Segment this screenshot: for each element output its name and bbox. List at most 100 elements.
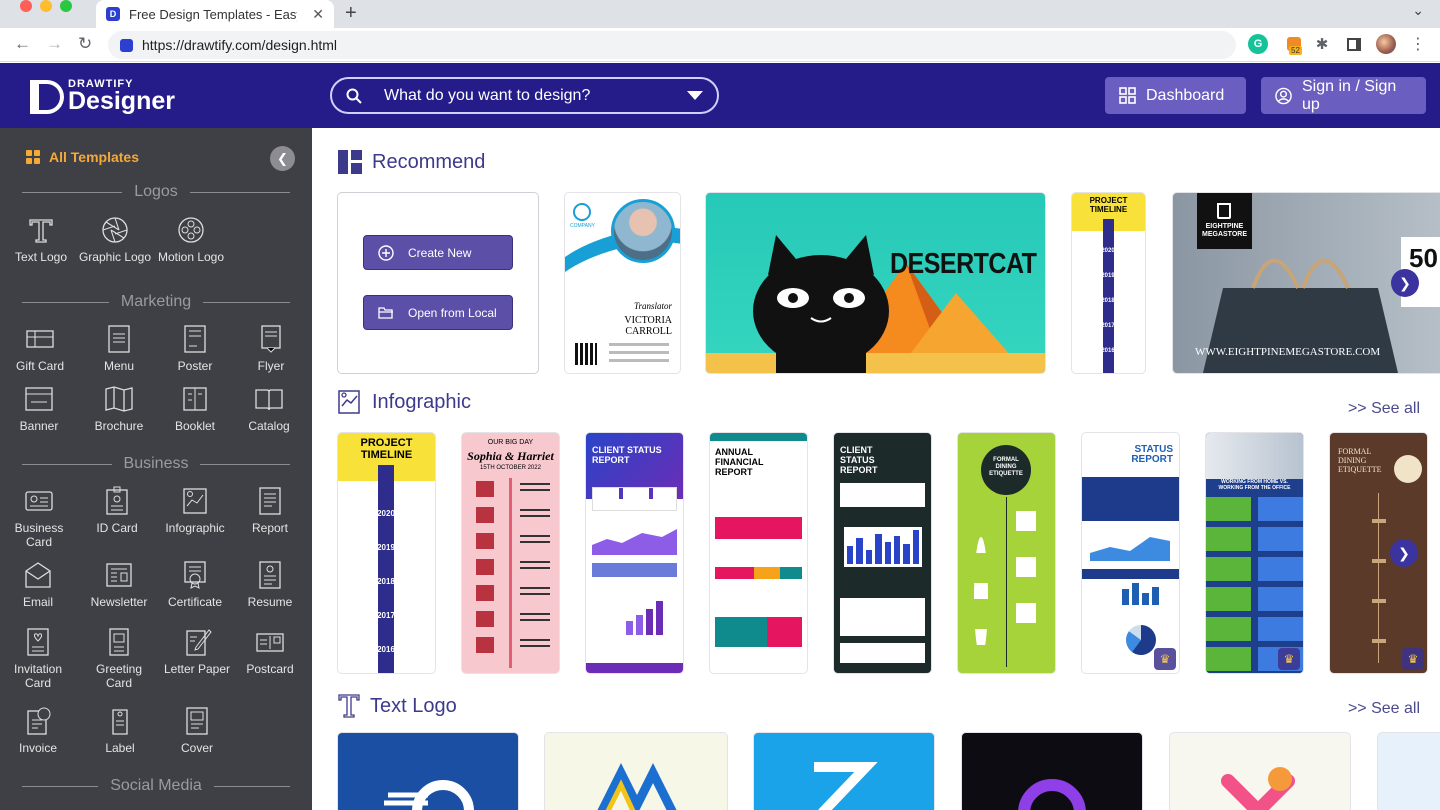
desertcat-illustration: [706, 235, 1045, 373]
sidebar-item-graphic-logo[interactable]: Graphic Logo: [78, 215, 152, 264]
sidebar-item-banner[interactable]: Banner: [2, 384, 76, 433]
sidebar-item-poster[interactable]: Poster: [158, 324, 232, 373]
dining-green-title: FORMAL DINING ETIQUETTE: [989, 457, 1023, 477]
sidebar-item-report[interactable]: Report: [233, 486, 307, 535]
maximize-window-button[interactable]: [60, 0, 72, 12]
area-chart-graphic: [592, 529, 677, 555]
gift-card-icon: [26, 330, 54, 348]
back-arrow-icon[interactable]: ←: [14, 34, 31, 54]
sidebar-item-menu[interactable]: Menu: [82, 324, 156, 373]
forward-arrow-icon[interactable]: →: [46, 34, 63, 54]
sidebar-item-business-card[interactable]: Business Card: [2, 486, 76, 549]
timeline-small-year: 2019: [1101, 273, 1115, 279]
infographic-next-button[interactable]: ❯: [1390, 539, 1418, 567]
template-card-text-logo-m[interactable]: [545, 733, 727, 810]
template-card-annual-financial[interactable]: ANNUAL FINANCIAL REPORT: [710, 433, 807, 673]
template-card-id-card[interactable]: COMPANY Translator VICTORIA CARROLL: [565, 193, 680, 373]
sidebar-collapse-button[interactable]: ❮: [270, 146, 295, 171]
tab-title: Free Design Templates - Easy t: [129, 6, 297, 22]
browser-tab-active[interactable]: D Free Design Templates - Easy t ✕: [96, 0, 334, 28]
grammarly-extension-icon[interactable]: G: [1248, 34, 1268, 54]
extensions-puzzle-icon[interactable]: ✱: [1312, 34, 1332, 54]
template-card-text-logo-y[interactable]: [1170, 733, 1350, 810]
sidebar-item-greeting-card[interactable]: Greeting Card: [82, 627, 156, 690]
sign-in-button[interactable]: Sign in / Sign up: [1261, 77, 1426, 114]
template-card-status-report[interactable]: STATUS REPORT: [1082, 433, 1179, 673]
postcard-icon: [256, 633, 284, 652]
search-dropdown-caret-icon[interactable]: [687, 91, 703, 100]
all-templates-link[interactable]: All Templates: [26, 149, 139, 165]
template-card-work-from-home[interactable]: WORKING FROM HOME VS. WORKING FROM THE O…: [1206, 433, 1303, 673]
sidebar-item-label: Catalog: [248, 419, 290, 433]
template-card-text-logo-z[interactable]: [754, 733, 934, 810]
dashboard-button[interactable]: Dashboard: [1105, 77, 1246, 114]
certificate-icon: [184, 561, 206, 589]
sidebar-item-newsletter[interactable]: Newsletter: [82, 560, 156, 609]
premium-crown-icon: ♛: [1154, 648, 1176, 670]
id-card-photo: [611, 199, 675, 263]
sidebar-item-label-template[interactable]: Label: [83, 706, 157, 755]
timeline-small-year: 2020: [1101, 248, 1115, 254]
sidebar-item-invitation-card[interactable]: Invitation Card: [1, 627, 75, 690]
client-status-title: CLIENT STATUS REPORT: [592, 445, 662, 465]
sidebar-item-id-card[interactable]: ID Card: [80, 486, 154, 535]
sidebar-item-email[interactable]: Email: [1, 560, 75, 609]
template-card-wedding[interactable]: OUR BIG DAY Sophia & Harriet 15TH OCTOBE…: [462, 433, 559, 673]
sidebar-item-gift-card[interactable]: Gift Card: [3, 324, 77, 373]
profile-avatar[interactable]: [1376, 34, 1396, 54]
close-tab-icon[interactable]: ✕: [312, 6, 324, 23]
address-bar[interactable]: https://drawtify.com/design.html: [108, 31, 1236, 59]
sidebar-item-booklet[interactable]: Booklet: [158, 384, 232, 433]
sidebar-item-catalog[interactable]: Catalog: [232, 384, 306, 433]
sidebar-item-letter-paper[interactable]: Letter Paper: [160, 627, 234, 676]
design-search-box[interactable]: [330, 77, 719, 114]
new-tab-icon[interactable]: +: [345, 2, 357, 25]
recommend-next-button[interactable]: ❯: [1391, 269, 1419, 297]
open-from-local-button[interactable]: Open from Local: [363, 295, 513, 330]
close-window-button[interactable]: [20, 0, 32, 12]
template-card-project-timeline[interactable]: PROJECT TIMELINE 2020 2019 2018 2017 201…: [338, 433, 435, 673]
drawtify-favicon-icon: D: [106, 7, 120, 21]
sidebar-item-infographic[interactable]: Infographic: [158, 486, 232, 535]
reload-icon[interactable]: ↻: [78, 34, 92, 54]
browser-menu-kebab-icon[interactable]: ⋮: [1408, 34, 1428, 54]
tab-search-chevron-icon[interactable]: ⌄: [1412, 2, 1424, 19]
bag-icon: [1217, 203, 1231, 219]
eightpine-url: WWW.EIGHTPINEMEGASTORE.COM: [1195, 346, 1381, 358]
sidebar-item-resume[interactable]: Resume: [233, 560, 307, 609]
banner-icon: [25, 387, 53, 411]
side-panel-icon[interactable]: [1344, 34, 1364, 54]
sidebar-item-invoice[interactable]: Invoice: [1, 706, 75, 755]
search-input[interactable]: [384, 86, 664, 105]
template-card-text-logo-c[interactable]: [962, 733, 1142, 810]
open-from-local-label: Open from Local: [408, 305, 497, 320]
create-new-button[interactable]: Create New: [363, 235, 513, 270]
extension-badge-icon[interactable]: 52: [1284, 34, 1304, 55]
drawtify-logo[interactable]: DRAWTIFY Designer: [30, 79, 175, 114]
template-card-text-logo-partial[interactable]: [1378, 733, 1440, 810]
template-card-project-timeline-small[interactable]: PROJECT TIMELINE 2020 2019 2018 2017 201…: [1072, 193, 1145, 373]
template-card-desertcat[interactable]: DESERTCAT: [706, 193, 1045, 373]
sidebar-item-label: Menu: [103, 359, 135, 373]
template-card-client-status-dark[interactable]: CLIENT STATUS REPORT: [834, 433, 931, 673]
template-card-client-status[interactable]: CLIENT STATUS REPORT: [586, 433, 683, 673]
sidebar-item-flyer[interactable]: Flyer: [234, 324, 308, 373]
status-report-title: STATUS REPORT: [1131, 444, 1173, 465]
text-logo-see-all-link[interactable]: >> See all: [1348, 700, 1420, 718]
infographic-see-all-link[interactable]: >> See all: [1348, 400, 1420, 418]
m-logo-graphic: [597, 762, 677, 810]
sidebar-item-cover[interactable]: Cover: [160, 706, 234, 755]
report-icon: [259, 487, 281, 515]
sidebar-item-brochure[interactable]: Brochure: [82, 384, 156, 433]
id-card-role: Translator: [633, 301, 672, 311]
timeline-year: 2016: [377, 645, 395, 654]
label-tag-icon: [112, 709, 128, 735]
sidebar-item-postcard[interactable]: Postcard: [233, 627, 307, 676]
template-card-formal-dining-green[interactable]: FORMAL DINING ETIQUETTE: [958, 433, 1055, 673]
template-card-text-logo-g[interactable]: [338, 733, 518, 810]
infographic-section-title: Infographic: [338, 390, 471, 414]
sidebar-item-text-logo[interactable]: Text Logo: [4, 215, 78, 264]
minimize-window-button[interactable]: [40, 0, 52, 12]
sidebar-item-motion-logo[interactable]: Motion Logo: [154, 215, 228, 264]
sidebar-item-certificate[interactable]: Certificate: [158, 560, 232, 609]
